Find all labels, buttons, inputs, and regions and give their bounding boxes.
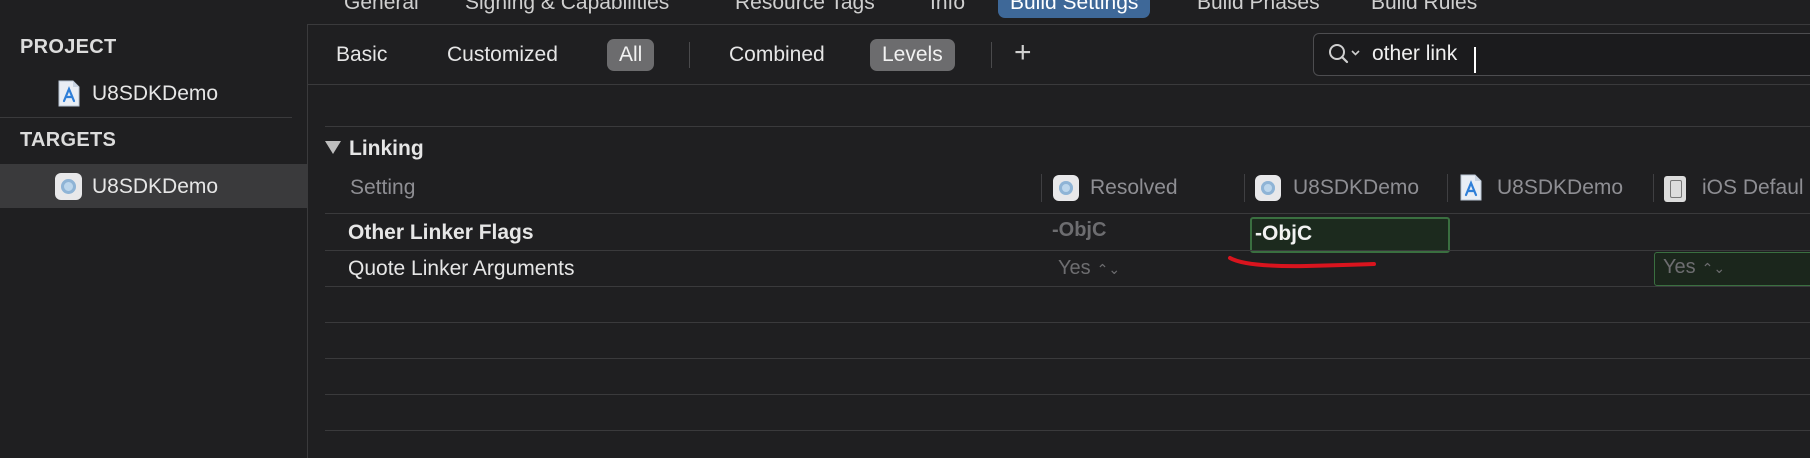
row-divider bbox=[325, 430, 1810, 431]
row-divider bbox=[325, 213, 1810, 214]
section-title: Linking bbox=[349, 137, 424, 160]
row-divider bbox=[325, 322, 1810, 323]
resolved-value: -ObjC bbox=[1052, 219, 1107, 241]
setting-name-quote-linker-arguments[interactable]: Quote Linker Arguments bbox=[348, 257, 574, 281]
search-icon[interactable] bbox=[1328, 43, 1362, 65]
column-header-target: U8SDKDemo bbox=[1293, 176, 1420, 199]
column-divider bbox=[1244, 174, 1245, 202]
stepper-icon: ⌃⌄ bbox=[1096, 261, 1121, 277]
disclosure-triangle-icon[interactable] bbox=[325, 140, 341, 154]
app-target-icon bbox=[1255, 175, 1281, 201]
tab-build-settings[interactable]: Build Settings bbox=[998, 0, 1151, 18]
column-header-ios-default: iOS Defaul bbox=[1702, 176, 1804, 199]
ios-device-icon bbox=[1664, 176, 1686, 202]
column-header-resolved: Resolved bbox=[1090, 176, 1178, 199]
setting-name-other-linker-flags[interactable]: Other Linker Flags bbox=[348, 221, 534, 245]
search-field[interactable] bbox=[1313, 33, 1810, 76]
filter-all-button[interactable]: All bbox=[607, 39, 655, 71]
xcode-project-icon bbox=[58, 80, 80, 107]
filter-customized-button[interactable]: Customized bbox=[447, 39, 558, 71]
row-divider bbox=[325, 126, 1810, 127]
row-divider bbox=[325, 250, 1810, 251]
sidebar-item-project[interactable]: U8SDKDemo bbox=[0, 71, 307, 115]
targets-header: TARGETS bbox=[20, 129, 117, 151]
filter-divider bbox=[689, 42, 690, 68]
row-divider bbox=[325, 394, 1810, 395]
column-divider bbox=[1653, 174, 1654, 202]
sidebar-item-label: U8SDKDemo bbox=[92, 175, 219, 198]
column-header-project: U8SDKDemo bbox=[1497, 176, 1624, 199]
target-value-field[interactable]: -ObjC bbox=[1250, 217, 1450, 253]
resolved-value: Yes ⌃⌄ bbox=[1058, 257, 1120, 280]
column-divider bbox=[1447, 174, 1448, 202]
build-settings-editor: Basic Customized All Combined Levels + L… bbox=[308, 24, 1810, 458]
red-annotation-underline bbox=[1228, 256, 1376, 269]
sidebar-divider bbox=[0, 117, 292, 118]
ios-default-value-field[interactable]: Yes ⌃⌄ bbox=[1654, 252, 1810, 286]
column-divider bbox=[1041, 174, 1042, 202]
filter-divider bbox=[991, 42, 992, 68]
resolved-target-icon bbox=[1053, 175, 1079, 201]
filter-basic-button[interactable]: Basic bbox=[336, 39, 387, 71]
project-navigator-sidebar: PROJECT U8SDKDemo TARGETS U8SDKDemo bbox=[0, 24, 308, 458]
search-input[interactable] bbox=[1372, 40, 1772, 68]
column-header-setting: Setting bbox=[350, 176, 416, 199]
tab-signing-capabilities[interactable]: Signing & Capabilities bbox=[465, 0, 669, 18]
view-levels-button[interactable]: Levels bbox=[870, 39, 955, 71]
tab-build-phases[interactable]: Build Phases bbox=[1197, 0, 1320, 18]
ios-default-value-text: Yes ⌃⌄ bbox=[1663, 256, 1725, 279]
add-setting-icon[interactable]: + bbox=[1014, 38, 1032, 68]
sidebar-item-label: U8SDKDemo bbox=[92, 82, 219, 105]
view-combined-button[interactable]: Combined bbox=[729, 39, 825, 71]
section-linking[interactable]: Linking bbox=[325, 137, 424, 161]
row-divider bbox=[325, 358, 1810, 359]
xcode-project-icon bbox=[1460, 174, 1482, 201]
sidebar-item-target[interactable]: U8SDKDemo bbox=[0, 164, 307, 208]
tab-build-rules[interactable]: Build Rules bbox=[1371, 0, 1477, 18]
target-value-text: -ObjC bbox=[1255, 222, 1313, 245]
tab-general[interactable]: General bbox=[344, 0, 419, 18]
app-target-icon bbox=[55, 173, 82, 200]
project-header: PROJECT bbox=[20, 36, 117, 58]
tab-info[interactable]: Info bbox=[930, 0, 965, 18]
filter-bar: Basic Customized All Combined Levels + bbox=[308, 24, 1810, 85]
stepper-icon: ⌃⌄ bbox=[1701, 260, 1726, 276]
row-divider bbox=[325, 286, 1810, 287]
tab-resource-tags[interactable]: Resource Tags bbox=[735, 0, 875, 18]
text-cursor bbox=[1474, 47, 1476, 73]
resolved-value-text: Yes bbox=[1058, 257, 1091, 279]
ios-default-value: Yes bbox=[1663, 256, 1696, 278]
editor-tab-bar: General Signing & Capabilities Resource … bbox=[0, 0, 1810, 25]
